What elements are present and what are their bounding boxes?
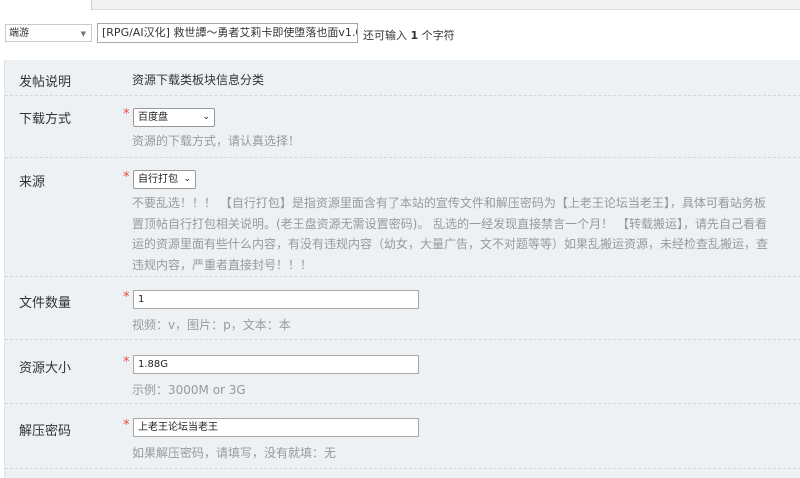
classification-form: 发帖说明 资源下载类板块信息分类 下载方式 * 百度盘 ⌄ 资源的下载方式，请认… (4, 60, 800, 478)
remain-count: 1 (410, 29, 419, 42)
active-tab[interactable] (0, 0, 92, 10)
thread-type-select[interactable]: 端游 ▼ (5, 24, 92, 42)
source-label: 来源 (19, 175, 46, 190)
size-input[interactable]: 1.88G (133, 355, 419, 374)
file-count-row: 文件数量 * 1 视频：v，图片：p，文本：本 (5, 277, 800, 340)
source-desc-line: 运的资源里面有些什么内容，有没有违规内容（幼女，大量广告，文不对题等等）如果乱搬… (132, 237, 769, 251)
required-mark: * (123, 107, 130, 122)
file-count-hint: 视频：v，图片：p，文本：本 (132, 318, 291, 332)
size-value: 1.88G (138, 359, 169, 370)
password-row: 解压密码 * 上老王论坛当老王 如果解压密码，请填写，没有就填：无 (5, 404, 800, 469)
file-count-label: 文件数量 (19, 296, 72, 311)
subject-value: [RPG/AI汉化] 救世譚～勇者艾莉卡即使堕落也面v1.04 A (102, 26, 358, 39)
size-label: 资源大小 (19, 361, 72, 376)
file-count-value: 1 (138, 294, 145, 305)
source-row: 来源 * 自行打包 ⌄ 不要乱选！！！ 【自行打包】是指资源里面含有了本站的宣传… (5, 158, 800, 277)
source-desc-line: 违规内容，严重者直接封号！！！ (132, 257, 313, 272)
password-value: 上老王论坛当老王 (138, 422, 218, 433)
password-label: 解压密码 (19, 424, 72, 439)
source-desc-line: 置顶帖自行打包相关说明。(老王盘资源无需设置密码)。 乱选的一经发现直接禁言一个… (132, 216, 767, 231)
char-remaining: 还可输入 1 个字符 (363, 27, 455, 43)
chevron-down-icon: ⌄ (183, 174, 191, 184)
inactive-tab-area (92, 0, 800, 10)
download-row: 下载方式 * 百度盘 ⌄ 资源的下载方式，请认真选择！ (5, 96, 800, 158)
remain-prefix: 还可输入 (363, 29, 411, 42)
password-hint: 如果解压密码，请填写，没有就填：无 (132, 446, 337, 460)
required-mark: * (123, 418, 130, 433)
source-select[interactable]: 自行打包 ⌄ (133, 170, 196, 189)
password-input[interactable]: 上老王论坛当老王 (133, 418, 419, 437)
thread-type-value: 端游 (9, 28, 29, 39)
required-mark: * (123, 355, 130, 370)
download-hint: 资源的下载方式，请认真选择！ (132, 134, 301, 148)
size-hint: 示例：3000M or 3G (132, 383, 246, 397)
chevron-down-icon: ⌄ (202, 112, 210, 122)
source-desc-line: 不要乱选！！！ 【自行打包】是指资源里面含有了本站的宣传文件和解压密码为【上老王… (132, 196, 766, 210)
file-count-input[interactable]: 1 (133, 290, 419, 309)
post-info-label: 发帖说明 (19, 75, 72, 90)
download-label: 下载方式 (19, 112, 72, 127)
title-bar: 端游 ▼ [RPG/AI汉化] 救世譚～勇者艾莉卡即使堕落也面v1.04 A 还… (0, 20, 800, 46)
source-select-value: 自行打包 (138, 174, 178, 185)
download-select-value: 百度盘 (138, 112, 168, 123)
post-info-row: 发帖说明 资源下载类板块信息分类 (5, 60, 800, 96)
post-info-text: 资源下载类板块信息分类 (132, 73, 265, 87)
top-tab-strip (0, 0, 800, 10)
required-mark: * (123, 290, 130, 305)
source-description: 不要乱选！！！ 【自行打包】是指资源里面含有了本站的宣传文件和解压密码为【上老王… (132, 193, 800, 275)
chevron-down-icon: ▼ (80, 30, 86, 38)
size-row: 资源大小 * 1.88G 示例：3000M or 3G (5, 340, 800, 404)
required-mark: * (123, 170, 130, 185)
remain-suffix: 个字符 (418, 29, 455, 42)
download-select[interactable]: 百度盘 ⌄ (133, 108, 215, 127)
subject-input[interactable]: [RPG/AI汉化] 救世譚～勇者艾莉卡即使堕落也面v1.04 A (97, 23, 358, 43)
